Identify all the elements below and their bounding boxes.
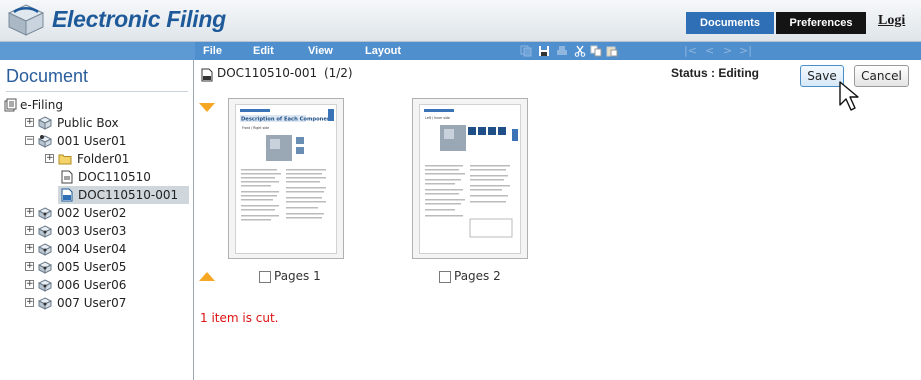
menu-bar-left-fill	[0, 42, 195, 60]
expand-icon[interactable]: +	[25, 226, 34, 235]
document-content-area: DOC110510-001 (1/2) Status : Editing Sav…	[195, 60, 921, 380]
tree-item-label: 002 User02	[57, 206, 127, 220]
tree-item-label: e-Filing	[20, 98, 63, 112]
copy-icon[interactable]	[590, 45, 602, 57]
tab-preferences[interactable]: Preferences	[776, 12, 866, 34]
save-icon[interactable]	[538, 45, 550, 57]
page-content-illustration: Left / Inner side	[424, 109, 518, 238]
mouse-pointer-icon	[839, 81, 859, 111]
panel-divider	[6, 91, 188, 92]
page-preview-1: Description of Each Component Front / Ri…	[235, 104, 337, 254]
expand-icon[interactable]: +	[25, 244, 34, 253]
menu-file[interactable]: File	[203, 42, 222, 60]
user-box-icon	[38, 207, 52, 220]
tree-item-folder01[interactable]: + Folder01	[45, 150, 189, 168]
scroll-up-arrow-icon[interactable]	[199, 271, 215, 281]
first-page-arrow[interactable]: |<	[684, 42, 697, 60]
tree-item-user01[interactable]: − 001 User01	[25, 132, 189, 150]
last-page-arrow[interactable]: >|	[739, 42, 752, 60]
box-icon	[38, 116, 52, 130]
tree-item-label: 005 User05	[57, 260, 127, 274]
tree-item-public-box[interactable]: + Public Box	[25, 114, 189, 132]
document-title: DOC110510-001 (1/2)	[217, 66, 353, 80]
document-name: DOC110510-001	[217, 66, 318, 80]
tree-item-label: 001 User01	[57, 134, 127, 148]
cut-status-message: 1 item is cut.	[200, 311, 279, 325]
page-subheading: Left / Inner side	[425, 116, 450, 120]
scroll-down-arrow-icon[interactable]	[199, 103, 215, 113]
status-text: Status : Editing	[671, 66, 759, 80]
document-icon	[201, 68, 213, 82]
document-icon	[61, 170, 73, 184]
menu-edit[interactable]: Edit	[253, 42, 274, 60]
page-thumbnail-1[interactable]: Description of Each Component Front / Ri…	[228, 98, 344, 259]
menu-layout[interactable]: Layout	[365, 42, 401, 60]
tree-item-label: Public Box	[57, 116, 119, 130]
efiling-icon	[4, 98, 17, 112]
expand-icon[interactable]: +	[25, 262, 34, 271]
menu-bar: File Edit View Layout |< < > >|	[0, 42, 921, 60]
expand-icon[interactable]: +	[25, 298, 34, 307]
page-count: (1/2)	[323, 66, 353, 80]
collapse-icon[interactable]: −	[25, 136, 34, 145]
user-box-icon	[38, 297, 52, 310]
page-heading: Description of Each Component	[241, 117, 334, 123]
page-subheading: Front / Right side	[242, 126, 269, 130]
tree-item-user04[interactable]: + 004 User04	[25, 240, 189, 258]
user-box-icon	[38, 135, 52, 148]
print-icon[interactable]	[556, 45, 568, 57]
user-box-icon	[38, 225, 52, 238]
next-page-arrow[interactable]: >	[723, 42, 732, 60]
tree-item-label: 006 User06	[57, 278, 127, 292]
tree-item-user07[interactable]: + 007 User07	[25, 294, 189, 312]
tree-item-user06[interactable]: + 006 User06	[25, 276, 189, 294]
prev-page-arrow[interactable]: <	[705, 42, 714, 60]
tree-item-efiling[interactable]: e-Filing	[4, 96, 189, 114]
paste-icon[interactable]	[606, 45, 618, 57]
cut-icon[interactable]	[574, 45, 586, 57]
page-1-label: Pages 1	[274, 269, 321, 283]
tree-item-label: 007 User07	[57, 296, 127, 310]
expand-icon[interactable]: +	[25, 208, 34, 217]
document-tree-panel: Document e-Filing + Public Box − 001 Use…	[0, 60, 194, 380]
tree-item-label: Folder01	[77, 152, 130, 166]
copy-pages-icon[interactable]	[520, 45, 532, 57]
tree-item-user03[interactable]: + 003 User03	[25, 222, 189, 240]
cube-logo-icon	[7, 4, 45, 36]
user-box-icon	[38, 279, 52, 292]
tree-item-label: 003 User03	[57, 224, 127, 238]
tree-item-doc110510-001[interactable]: DOC110510-001	[58, 186, 189, 204]
document-edit-icon	[61, 188, 73, 202]
page-preview-2: Left / Inner side	[419, 104, 521, 254]
expand-icon[interactable]: +	[25, 118, 34, 127]
expand-icon[interactable]: +	[45, 154, 54, 163]
logout-link[interactable]: Logi	[878, 13, 905, 29]
tab-documents[interactable]: Documents	[686, 12, 774, 34]
tree-item-label: DOC110510-001	[78, 188, 179, 202]
app-title: Electronic Filing	[52, 6, 226, 32]
expand-icon[interactable]: +	[25, 280, 34, 289]
menu-view[interactable]: View	[308, 42, 333, 60]
tree-item-doc110510[interactable]: DOC110510	[60, 168, 189, 186]
tree-item-user05[interactable]: + 005 User05	[25, 258, 189, 276]
tree-item-label: 004 User04	[57, 242, 127, 256]
panel-title: Document	[6, 66, 89, 86]
user-box-icon	[38, 261, 52, 274]
folder-icon	[58, 154, 72, 165]
page-thumbnail-2[interactable]: Left / Inner side	[412, 98, 528, 259]
tree-item-user02[interactable]: + 002 User02	[25, 204, 189, 222]
tree-item-label: DOC110510	[78, 170, 151, 184]
app-header: Electronic Filing Documents Preferences …	[0, 0, 921, 42]
user-box-icon	[38, 243, 52, 256]
page-content-illustration: Description of Each Component Front / Ri…	[240, 109, 334, 221]
page-1-checkbox[interactable]	[259, 271, 271, 283]
page-2-label: Pages 2	[454, 269, 501, 283]
page-2-checkbox[interactable]	[439, 271, 451, 283]
